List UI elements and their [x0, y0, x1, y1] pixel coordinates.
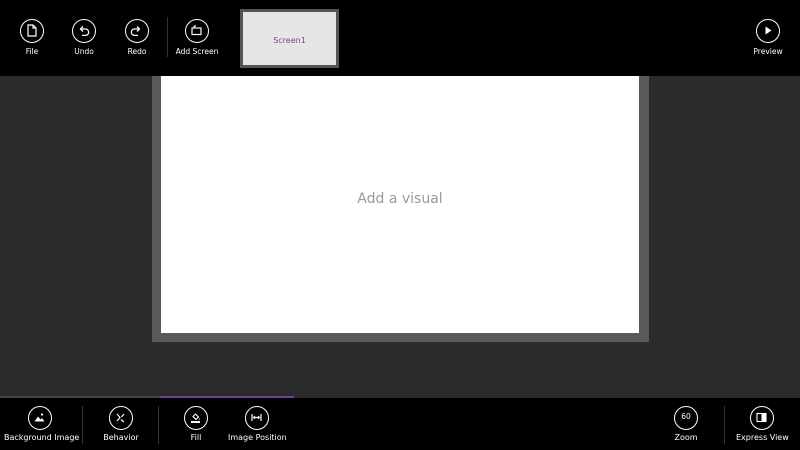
screen-thumbnail[interactable]: Screen1 [240, 9, 339, 68]
preview-button[interactable]: Preview [746, 0, 790, 76]
undo-label: Undo [74, 47, 94, 56]
zoom-level-indicator: 60 [674, 406, 698, 430]
redo-icon [125, 19, 149, 43]
behavior-icon [109, 406, 133, 430]
background-image-icon [28, 406, 52, 430]
add-screen-button[interactable]: Add Screen [174, 0, 220, 76]
zoom-button[interactable]: 60 Zoom [666, 398, 706, 450]
redo-label: Redo [127, 47, 147, 56]
express-view-button[interactable]: Express View [736, 398, 789, 450]
zoom-label: Zoom [674, 433, 698, 442]
behavior-label: Behavior [103, 433, 139, 442]
file-button[interactable]: File [12, 0, 52, 76]
undo-icon [72, 19, 96, 43]
toolbar-divider [158, 406, 159, 444]
redo-button[interactable]: Redo [117, 0, 157, 76]
toolbar-divider [724, 406, 725, 444]
behavior-button[interactable]: Behavior [100, 398, 142, 450]
image-position-label: Image Position [228, 433, 287, 442]
zoom-value: 60 [681, 412, 691, 421]
image-position-icon [245, 406, 269, 430]
preview-label: Preview [753, 47, 783, 56]
add-screen-label: Add Screen [175, 47, 219, 56]
screen-thumbnail-label: Screen1 [273, 36, 306, 45]
express-view-label: Express View [736, 433, 789, 442]
fill-label: Fill [190, 433, 202, 442]
file-label: File [25, 47, 39, 56]
undo-button[interactable]: Undo [64, 0, 104, 76]
express-view-icon [750, 406, 774, 430]
toolbar-divider [82, 406, 83, 444]
screen-canvas[interactable]: Add a visual [161, 76, 639, 333]
fill-button[interactable]: Fill [176, 398, 216, 450]
background-image-label: Background Image [4, 433, 80, 442]
add-screen-icon [185, 19, 209, 43]
toolbar-divider [167, 17, 168, 57]
canvas-frame: Add a visual [152, 76, 649, 342]
play-icon [756, 19, 780, 43]
fill-icon [184, 406, 208, 430]
add-visual-placeholder: Add a visual [357, 191, 443, 207]
background-image-button[interactable]: Background Image [4, 398, 80, 450]
file-icon [20, 19, 44, 43]
image-position-button[interactable]: Image Position [228, 398, 287, 450]
